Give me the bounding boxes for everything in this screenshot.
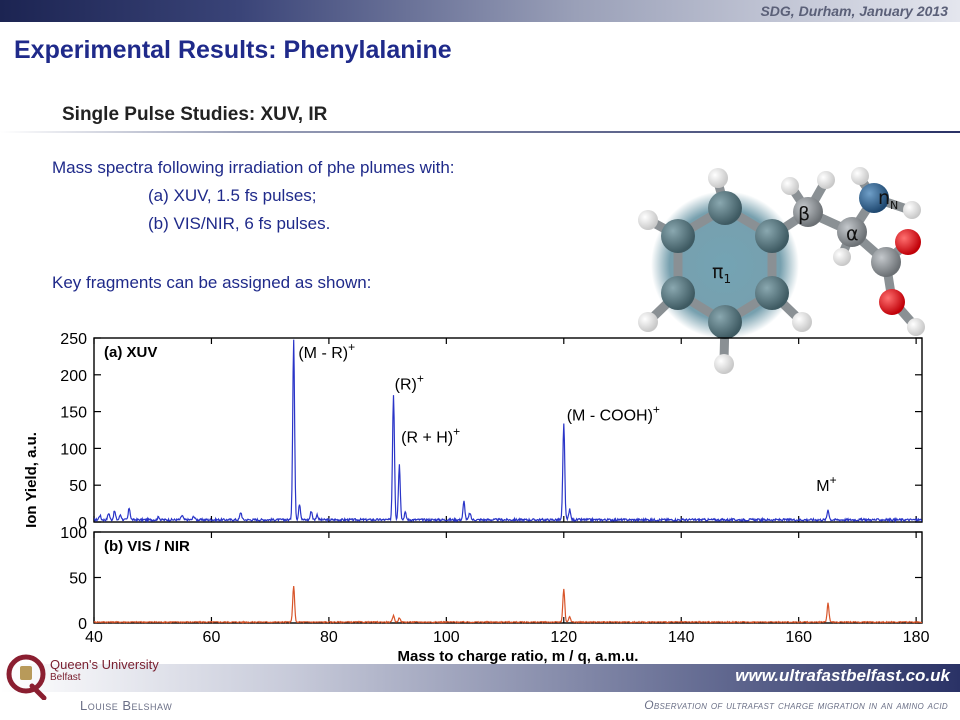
website-link[interactable]: www.ultrafastbelfast.co.uk xyxy=(735,666,950,686)
peak-annotation: M+ xyxy=(816,473,836,495)
peak-annotation: (R + H)+ xyxy=(401,425,460,447)
university-crest-icon xyxy=(6,654,47,700)
n-label: nN xyxy=(878,187,898,212)
x-tick-label: 100 xyxy=(433,629,460,646)
x-tick-label: 60 xyxy=(203,629,221,646)
y-tick-label: 150 xyxy=(60,405,87,422)
x-tick-label: 40 xyxy=(85,629,103,646)
x-tick-label: 180 xyxy=(903,629,930,646)
panel-label: (a) XUV xyxy=(104,344,157,361)
y-tick-label: 250 xyxy=(60,331,87,348)
panel-frame xyxy=(93,337,923,523)
y-tick-label: 200 xyxy=(60,368,87,385)
y-tick-label: 50 xyxy=(69,571,87,588)
y-tick-label: 100 xyxy=(60,525,87,542)
slide-title: Experimental Results: Phenylalanine xyxy=(14,36,452,64)
mass-spectra-chart: 050100150200250(a) XUV (M - R)+(R)+(R + H… xyxy=(23,331,930,665)
x-axis-label: Mass to charge ratio, m / q, a.m.u. xyxy=(398,648,639,665)
peak-annotation: (M - COOH)+ xyxy=(567,402,660,424)
panel-frame xyxy=(93,531,923,624)
beta-label: β xyxy=(798,203,810,225)
slide-subtitle: Single Pulse Studies: XUV, IR xyxy=(62,104,328,125)
series-line-1 xyxy=(93,586,923,624)
title-divider xyxy=(0,131,960,133)
y-tick-label: 50 xyxy=(69,478,87,495)
talk-title: Observation of ultrafast charge migratio… xyxy=(644,698,948,712)
x-tick-label: 120 xyxy=(550,629,577,646)
body-line-xuv: (a) XUV, 1.5 fs pulses; xyxy=(148,186,317,205)
body-line-fragments: Key fragments can be assigned as shown: xyxy=(52,273,372,292)
author-name: Louise Belshaw xyxy=(80,698,173,713)
alpha-label: α xyxy=(846,223,859,245)
x-tick-label: 80 xyxy=(320,629,338,646)
peak-annotation: (M - R)+ xyxy=(298,340,355,362)
panel-label: (b) VIS / NIR xyxy=(104,538,190,555)
series-line-0 xyxy=(94,339,923,524)
body-line-intro: Mass spectra following irradiation of ph… xyxy=(52,158,455,177)
x-tick-label: 160 xyxy=(785,629,812,646)
university-logo-text: Queen's University Belfast xyxy=(50,657,159,683)
y-axis-label: Ion Yield, a.u. xyxy=(23,432,40,528)
event-label: SDG, Durham, January 2013 xyxy=(760,3,948,19)
peak-annotation: (R)+ xyxy=(395,372,424,394)
body-line-visnir: (b) VIS/NIR, 6 fs pulses. xyxy=(148,214,331,233)
x-tick-label: 140 xyxy=(668,629,695,646)
y-tick-label: 100 xyxy=(60,441,87,458)
